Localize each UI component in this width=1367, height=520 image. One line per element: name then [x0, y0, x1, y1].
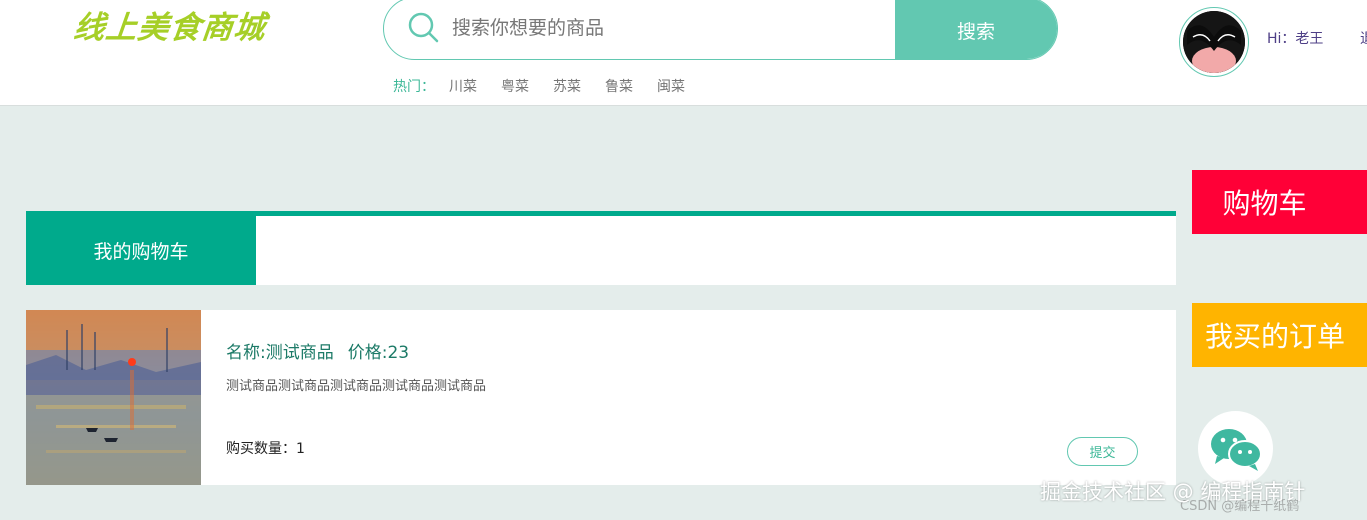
avatar-image — [1183, 11, 1245, 73]
quantity-label: 购买数量： — [226, 441, 296, 457]
wechat-button[interactable] — [1198, 411, 1273, 486]
user-greeting[interactable]: Hi：老王 — [1267, 28, 1323, 48]
hot-tag-yue[interactable]: 粤菜 — [501, 76, 529, 96]
wechat-icon — [1210, 428, 1262, 471]
hot-tag-su[interactable]: 苏菜 — [553, 76, 581, 96]
avatar[interactable] — [1179, 7, 1249, 77]
hot-tags: 热门： 川菜 粤菜 苏菜 鲁菜 闽菜 — [393, 76, 709, 96]
product-description: 测试商品测试商品测试商品测试商品测试商品 — [226, 379, 487, 394]
product-name: 名称:测试商品 — [226, 343, 334, 363]
cart-item: 名称:测试商品 价格:23 测试商品测试商品测试商品测试商品测试商品 购买数量：1… — [26, 310, 1176, 485]
search-bar: 搜索 — [383, 0, 1058, 60]
hot-tag-chuan[interactable]: 川菜 — [449, 76, 477, 96]
product-quantity: 购买数量：1 — [226, 438, 305, 458]
product-image[interactable] — [26, 310, 201, 485]
side-cart-button[interactable]: 购物车 — [1192, 170, 1367, 234]
site-logo[interactable]: 线上美食商城 — [72, 2, 269, 47]
search-icon[interactable] — [406, 10, 440, 44]
logout-link[interactable]: 退 — [1360, 28, 1367, 48]
product-price: 价格:23 — [347, 343, 410, 363]
cart-title-bar: 我的购物车 — [26, 211, 1176, 285]
product-name-price: 名称:测试商品 价格:23 — [226, 338, 409, 363]
side-orders-button[interactable]: 我买的订单 — [1192, 303, 1367, 367]
watermark: 掘金技术社区 @ 编程指南针 — [1040, 480, 1306, 504]
search-button[interactable]: 搜索 — [895, 0, 1057, 59]
tab-my-cart[interactable]: 我的购物车 — [26, 216, 256, 285]
top-header: 线上美食商城 搜索 热门： 川菜 粤菜 苏菜 鲁菜 闽菜 Hi：老王 退 — [0, 0, 1367, 106]
hot-tag-min[interactable]: 闽菜 — [657, 76, 685, 96]
hot-label: 热门： — [393, 79, 435, 95]
search-input[interactable] — [452, 10, 882, 46]
quantity-value: 1 — [296, 441, 305, 457]
hot-tag-lu[interactable]: 鲁菜 — [605, 76, 633, 96]
submit-button[interactable]: 提交 — [1067, 437, 1138, 466]
